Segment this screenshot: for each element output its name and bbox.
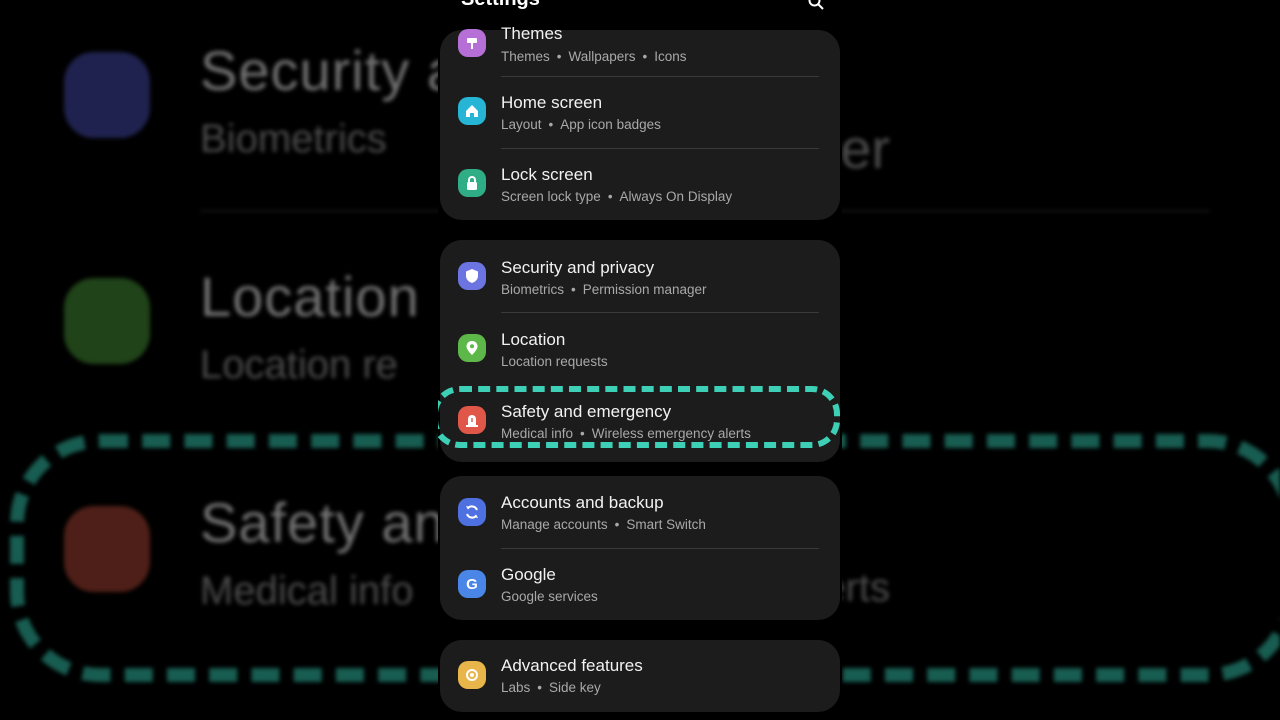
themes-icon xyxy=(458,29,486,57)
accounts-backup-title: Accounts and backup xyxy=(501,493,664,512)
bg-shield-icon xyxy=(64,52,150,138)
bg-security-sub: Biometrics xyxy=(200,117,387,161)
settings-item-advanced-features[interactable]: Advanced features Labs • Side key xyxy=(440,640,840,712)
settings-card-accounts: Accounts and backup Manage accounts • Smar… xyxy=(440,476,840,620)
settings-item-google[interactable]: G Google Google services xyxy=(440,548,840,620)
bg-security-row: Security a Biometrics xyxy=(200,38,459,162)
bg-location-icon xyxy=(64,278,150,364)
settings-item-lock-screen[interactable]: Lock screen Screen lock type • Always On D… xyxy=(440,148,840,220)
advanced-features-icon xyxy=(458,661,486,689)
google-subtitle: Google services xyxy=(501,589,598,604)
sync-icon xyxy=(458,498,486,526)
settings-card-advanced: Advanced features Labs • Side key xyxy=(440,640,840,712)
themes-title: Themes xyxy=(501,24,563,43)
security-privacy-title: Security and privacy xyxy=(501,258,655,277)
google-title: Google xyxy=(501,565,556,584)
google-icon: G xyxy=(458,570,486,598)
home-screen-title: Home screen xyxy=(501,93,603,112)
lock-screen-title: Lock screen xyxy=(501,165,593,184)
advanced-features-subtitle: Labs • Side key xyxy=(501,680,601,695)
page-title: Settings xyxy=(461,0,540,11)
shield-icon xyxy=(458,262,486,290)
bg-location-title: Location xyxy=(200,265,420,328)
search-icon[interactable] xyxy=(808,0,824,10)
location-pin-icon xyxy=(458,334,486,362)
bg-location-sub: Location re xyxy=(200,343,398,387)
settings-item-home-screen[interactable]: Home screen Layout • App icon badges xyxy=(440,76,840,148)
themes-subtitle: Themes • Wallpapers • Icons xyxy=(501,49,687,64)
accounts-backup-subtitle: Manage accounts • Smart Switch xyxy=(501,517,706,532)
highlight-outline xyxy=(438,386,840,448)
settings-card-display: Themes Themes • Wallpapers • Icons Home scre… xyxy=(440,24,840,220)
home-screen-subtitle: Layout • App icon badges xyxy=(501,117,661,132)
security-privacy-subtitle: Biometrics • Permission manager xyxy=(501,282,707,297)
bg-location-row: Location Location re xyxy=(200,264,420,388)
phone-screen: Settings Themes Themes•Wallpapers•Icons … xyxy=(438,0,842,720)
location-title: Location xyxy=(501,330,566,349)
settings-item-location[interactable]: Location Location requests xyxy=(440,312,840,384)
home-icon xyxy=(458,97,486,125)
location-subtitle: Location requests xyxy=(501,354,608,369)
lock-screen-subtitle: Screen lock type • Always On Display xyxy=(501,189,733,204)
lock-icon xyxy=(458,169,486,197)
bg-security-title: Security a xyxy=(200,39,459,102)
settings-item-security-privacy[interactable]: Security and privacy Biometrics • Permissi… xyxy=(440,240,840,312)
advanced-features-title: Advanced features xyxy=(501,656,643,675)
settings-item-accounts-backup[interactable]: Accounts and backup Manage accounts • Smar… xyxy=(440,476,840,548)
